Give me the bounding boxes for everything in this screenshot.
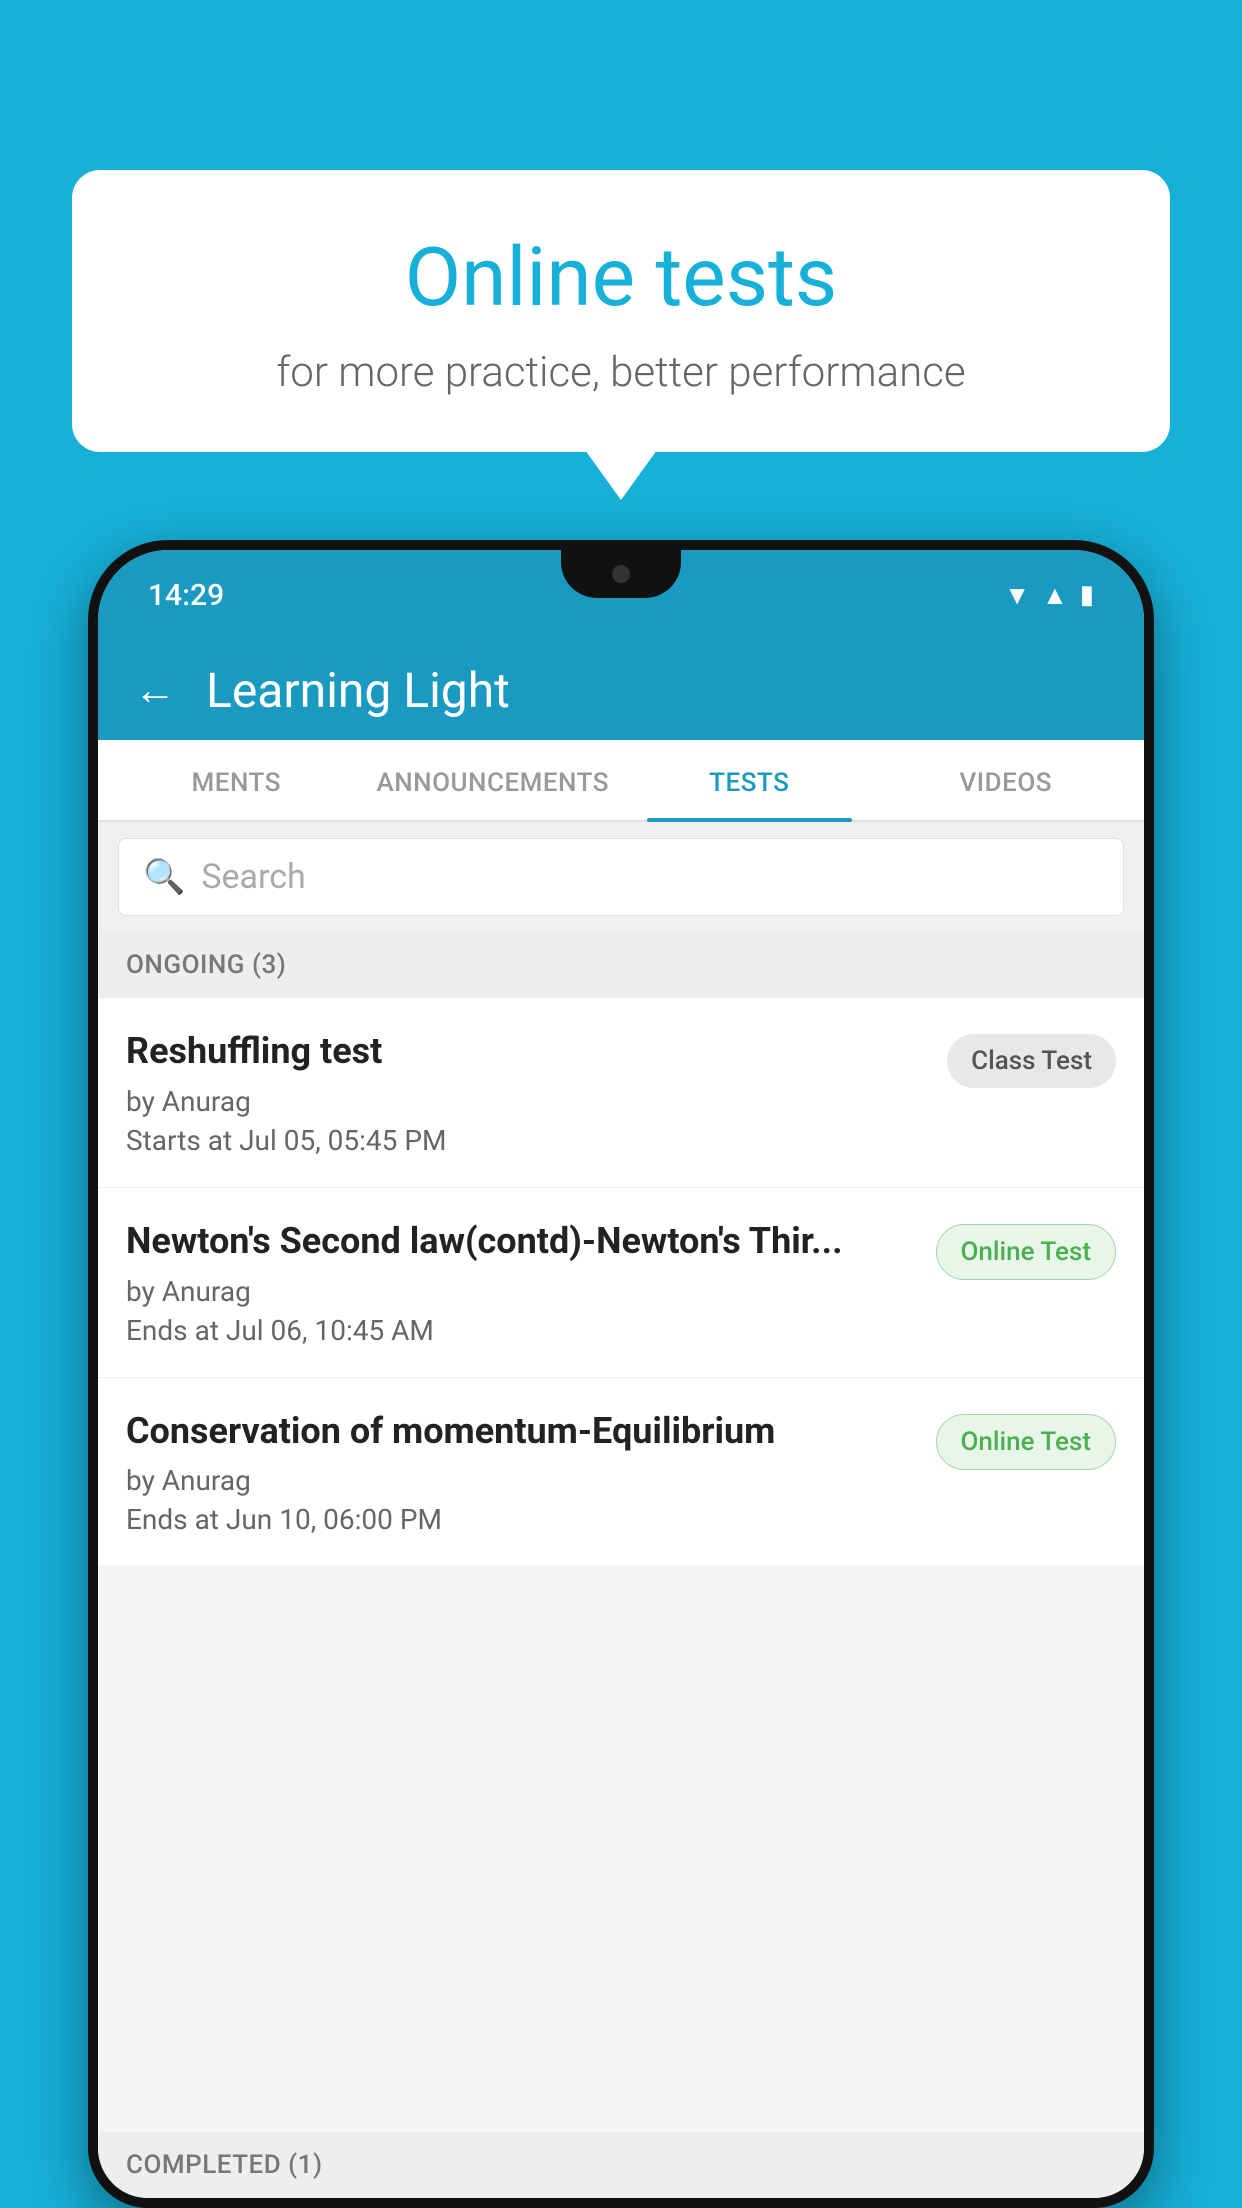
- tabs-bar: MENTS ANNOUNCEMENTS TESTS VIDEOS: [98, 740, 1144, 822]
- status-bar: 14:29 ▼ ▲ ▮: [98, 550, 1144, 640]
- app-title: Learning Light: [206, 662, 510, 719]
- test-author: by Anurag: [126, 1464, 916, 1497]
- test-info: Conservation of momentum-Equilibrium by …: [126, 1408, 916, 1537]
- time-value: Jun 10, 06:00 PM: [226, 1503, 442, 1536]
- time-label: Ends at: [126, 1503, 219, 1536]
- tab-videos[interactable]: VIDEOS: [878, 740, 1135, 820]
- signal-icon: ▲: [1042, 580, 1068, 611]
- tab-tests[interactable]: TESTS: [621, 740, 878, 820]
- phone-frame: 14:29 ▼ ▲ ▮ ← Learning Light MENTS ANNOU…: [88, 540, 1154, 2208]
- time-value: Jul 05, 05:45 PM: [239, 1124, 446, 1157]
- search-container: 🔍 Search: [98, 822, 1144, 932]
- search-bar[interactable]: 🔍 Search: [118, 838, 1124, 916]
- test-name: Conservation of momentum-Equilibrium: [126, 1408, 916, 1455]
- test-item[interactable]: Reshuffling test by Anurag Starts at Jul…: [98, 998, 1144, 1188]
- bubble-title: Online tests: [112, 230, 1130, 326]
- test-info: Newton's Second law(contd)-Newton's Thir…: [126, 1218, 916, 1347]
- battery-icon: ▮: [1080, 580, 1094, 610]
- back-button[interactable]: ←: [134, 666, 176, 715]
- test-item[interactable]: Conservation of momentum-Equilibrium by …: [98, 1378, 1144, 1568]
- bubble-subtitle: for more practice, better performance: [112, 348, 1130, 397]
- test-author: by Anurag: [126, 1275, 916, 1308]
- test-author: by Anurag: [126, 1085, 927, 1118]
- wifi-icon: ▼: [1004, 580, 1030, 611]
- test-name: Newton's Second law(contd)-Newton's Thir…: [126, 1218, 916, 1265]
- search-icon: 🔍: [143, 857, 185, 897]
- speech-bubble: Online tests for more practice, better p…: [72, 170, 1170, 452]
- test-item[interactable]: Newton's Second law(contd)-Newton's Thir…: [98, 1188, 1144, 1378]
- time-label: Ends at: [126, 1314, 219, 1347]
- completed-section-header: COMPLETED (1): [98, 2132, 1144, 2198]
- app-header: ← Learning Light: [98, 640, 1144, 740]
- test-time: Starts at Jul 05, 05:45 PM: [126, 1124, 927, 1157]
- tab-ments[interactable]: MENTS: [108, 740, 365, 820]
- notch: [561, 550, 681, 598]
- test-time: Ends at Jul 06, 10:45 AM: [126, 1314, 916, 1347]
- test-list: Reshuffling test by Anurag Starts at Jul…: [98, 998, 1144, 1567]
- test-name: Reshuffling test: [126, 1028, 927, 1075]
- time-value: Jul 06, 10:45 AM: [226, 1314, 434, 1347]
- time-label: Starts at: [126, 1124, 232, 1157]
- phone-screen: 14:29 ▼ ▲ ▮ ← Learning Light MENTS ANNOU…: [98, 550, 1144, 2198]
- test-badge-class: Class Test: [947, 1034, 1116, 1088]
- test-info: Reshuffling test by Anurag Starts at Jul…: [126, 1028, 927, 1157]
- test-badge-online: Online Test: [936, 1224, 1117, 1280]
- camera: [612, 565, 630, 583]
- status-time: 14:29: [148, 578, 224, 613]
- search-placeholder: Search: [201, 857, 305, 897]
- ongoing-section-header: ONGOING (3): [98, 932, 1144, 998]
- test-badge-online-2: Online Test: [936, 1414, 1117, 1470]
- test-time: Ends at Jun 10, 06:00 PM: [126, 1503, 916, 1536]
- tab-announcements[interactable]: ANNOUNCEMENTS: [365, 740, 622, 820]
- status-icons: ▼ ▲ ▮: [1004, 580, 1094, 611]
